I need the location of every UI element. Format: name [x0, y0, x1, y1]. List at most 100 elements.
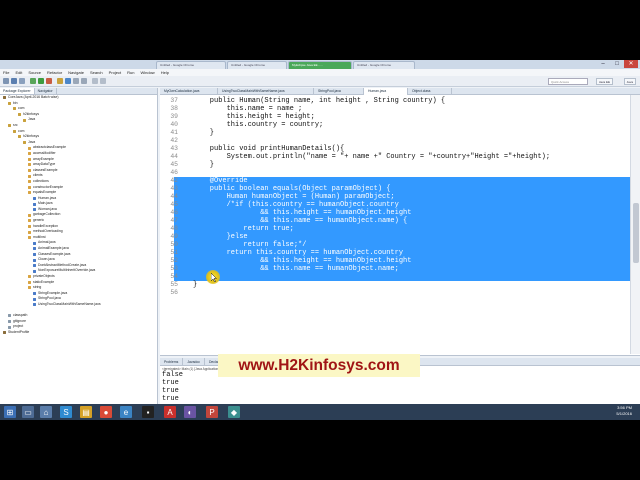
pdf-icon[interactable]: A: [164, 406, 176, 418]
code-text: }: [193, 281, 198, 289]
cmd-icon[interactable]: ▪: [142, 406, 154, 418]
code-line[interactable]: 41 }: [160, 129, 630, 137]
forward-icon[interactable]: [100, 78, 106, 84]
line-number: 43: [170, 145, 178, 152]
menu-refactor[interactable]: Refactor: [47, 69, 62, 76]
print-icon[interactable]: [19, 78, 25, 84]
code-line[interactable]: 49 }else: [160, 233, 630, 241]
code-line[interactable]: 42 @Override: [160, 177, 630, 185]
editor-tab[interactable]: Object.class: [408, 88, 452, 95]
code-line[interactable]: 44 System.out.println("name = "+ name +"…: [160, 153, 630, 161]
tray-date: 5/1/2016: [616, 411, 632, 416]
vertical-scrollbar[interactable]: [630, 95, 640, 354]
tree-item-icon: [28, 236, 31, 240]
external-tools-icon[interactable]: [46, 78, 52, 84]
editor-tabs: MyOwnCalculation.java UsingTwoClassMainW…: [160, 88, 640, 95]
tree-item-icon: [33, 303, 36, 307]
perspective-java-ee[interactable]: Java EE: [595, 78, 613, 85]
code-line[interactable]: 55}: [160, 281, 630, 289]
menu-edit[interactable]: Edit: [15, 69, 22, 76]
save-icon[interactable]: [11, 78, 17, 84]
home-icon[interactable]: ⌂: [40, 406, 52, 418]
tab-javadoc[interactable]: Javadoc: [183, 358, 205, 365]
menu-file[interactable]: File: [3, 69, 9, 76]
browser-tab[interactable]: Untitled - Google Chrome: [353, 61, 415, 69]
skype-icon[interactable]: S: [60, 406, 72, 418]
browser-tab[interactable]: Untitled - Google Chrome: [227, 61, 287, 69]
browser-tab-active[interactable]: MyEclipse Java EE - ...: [288, 61, 352, 69]
editor-tab-active[interactable]: Human.java: [364, 88, 408, 95]
code-line[interactable]: 54 }: [160, 273, 630, 281]
line-number: 45: [170, 161, 178, 168]
back-icon[interactable]: [92, 78, 98, 84]
menu-project[interactable]: Project: [109, 69, 121, 76]
editor-tab[interactable]: MyOwnCalculation.java: [160, 88, 218, 95]
new-class-icon[interactable]: [65, 78, 71, 84]
new-package-icon[interactable]: [57, 78, 63, 84]
code-line[interactable]: 52 && this.height == humanObject.height: [160, 257, 630, 265]
line-number: 42: [170, 177, 178, 184]
maximize-button[interactable]: □: [610, 60, 624, 68]
close-button[interactable]: ✕: [624, 60, 638, 68]
code-line[interactable]: 50 return false;*/: [160, 241, 630, 249]
desktop-icon[interactable]: ▭: [22, 406, 34, 418]
menu-search[interactable]: Search: [90, 69, 103, 76]
eclipse-icon[interactable]: ◐: [184, 406, 196, 418]
tray-clock[interactable]: 3:56 PM 5/1/2016: [616, 405, 632, 417]
code-line[interactable]: 47 && this.name == humanObject.name) {: [160, 217, 630, 225]
code-line[interactable]: 53 && this.name == humanObject.name;: [160, 265, 630, 273]
code-line[interactable]: 45 }: [160, 161, 630, 169]
tree-item-icon: [28, 219, 31, 223]
minimize-button[interactable]: –: [596, 60, 610, 68]
tab-navigator[interactable]: Navigator: [35, 88, 57, 94]
menu-source[interactable]: Source: [28, 69, 41, 76]
app-icon[interactable]: ◆: [228, 406, 240, 418]
browser-tab[interactable]: Untitled - Google Chrome: [156, 61, 226, 69]
ie-icon[interactable]: e: [120, 406, 132, 418]
perspective-java[interactable]: Java: [623, 78, 636, 85]
menu-navigate[interactable]: Navigate: [68, 69, 84, 76]
code-line[interactable]: 56: [160, 289, 630, 297]
open-type-icon[interactable]: [73, 78, 79, 84]
code-line[interactable]: 40 this.country = country;: [160, 121, 630, 129]
menu-help[interactable]: Help: [161, 69, 169, 76]
code-line[interactable]: 37 public Human(String name, int height …: [160, 97, 630, 105]
code-line[interactable]: 39 this.height = height;: [160, 113, 630, 121]
tab-problems[interactable]: Problems: [160, 358, 184, 365]
code-line[interactable]: 48 return true;: [160, 225, 630, 233]
chrome-icon[interactable]: ●: [100, 406, 112, 418]
editor-tab[interactable]: UsingTwoClassMainWithSameName.java: [218, 88, 314, 95]
search-icon[interactable]: [81, 78, 87, 84]
code-line[interactable]: 43 public boolean equals(Object paramObj…: [160, 185, 630, 193]
tree-item-label: Java: [28, 117, 36, 122]
file-explorer-icon[interactable]: ▤: [80, 406, 92, 418]
code-line[interactable]: 43 public void printHumanDetails(){: [160, 145, 630, 153]
powerpoint-icon[interactable]: P: [206, 406, 218, 418]
code-line[interactable]: 45 /*if (this.country == humanObject.cou…: [160, 201, 630, 209]
code-line[interactable]: 42: [160, 137, 630, 145]
code-line[interactable]: 46: [160, 169, 630, 177]
watermark-banner: www.H2Kinfosys.com: [218, 354, 420, 377]
code-area[interactable]: 37 public Human(String name, int height …: [160, 95, 630, 354]
debug-icon[interactable]: [30, 78, 36, 84]
code-text: && this.name == humanObject.name;: [193, 265, 399, 273]
code-text: }: [193, 129, 215, 137]
code-line[interactable]: 38 this.name = name ;: [160, 105, 630, 113]
tree-item-icon: [33, 297, 36, 301]
code-line[interactable]: 51 return this.country == humanObject.co…: [160, 249, 630, 257]
run-icon[interactable]: [38, 78, 44, 84]
menu-window[interactable]: Window: [140, 69, 154, 76]
quick-access-input[interactable]: Quick Access: [548, 78, 588, 85]
tree-item[interactable]: StudentProfile: [0, 330, 157, 336]
code-line[interactable]: 44 Human humanObject = (Human) paramObje…: [160, 193, 630, 201]
tab-package-explorer[interactable]: Package Explorer: [0, 88, 35, 94]
menu-run[interactable]: Run: [127, 69, 134, 76]
editor-tab[interactable]: StringPool.java: [314, 88, 364, 95]
code-text: this.height = height;: [193, 113, 315, 121]
new-icon[interactable]: [3, 78, 9, 84]
start-icon[interactable]: ⊞: [4, 406, 16, 418]
scrollbar-thumb[interactable]: [633, 203, 639, 263]
code-text: Human humanObject = (Human) paramObject;: [193, 193, 395, 201]
code-line[interactable]: 46 && this.height == humanObject.height: [160, 209, 630, 217]
package-explorer: Package Explorer Navigator CoreJava (Apr…: [0, 88, 158, 412]
